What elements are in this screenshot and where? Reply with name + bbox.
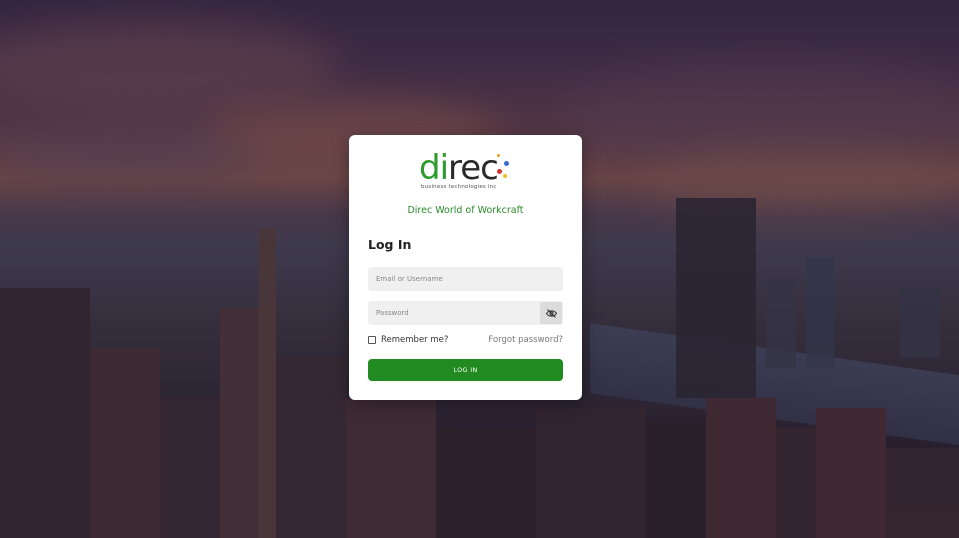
logo-subtitle: business technologies inc — [421, 184, 497, 190]
login-button[interactable]: LOG IN — [368, 359, 563, 381]
eye-off-icon — [545, 308, 557, 318]
logo-wordmark-dark: rec — [448, 148, 499, 188]
direc-logo: direc business technologies inc — [419, 150, 514, 192]
tagline: Direc World of Workcraft — [407, 205, 524, 216]
logo-dot-orange — [497, 154, 500, 157]
logo-dot-red — [497, 169, 502, 174]
password-visibility-toggle[interactable] — [540, 302, 562, 324]
password-input[interactable] — [368, 301, 563, 325]
logo-dot-blue — [504, 161, 509, 166]
login-card: direc business technologies inc Direc Wo… — [349, 135, 582, 400]
remember-me-label: Remember me? — [381, 335, 449, 345]
forgot-password-link[interactable]: Forgot password? — [488, 335, 563, 345]
remember-me-control[interactable]: Remember me? — [368, 335, 448, 345]
email-username-input[interactable] — [368, 267, 563, 291]
login-heading: Log In — [368, 237, 412, 252]
remember-me-checkbox[interactable] — [368, 336, 376, 344]
logo-dot-yellow — [503, 174, 507, 178]
logo-wordmark-green: di — [419, 148, 449, 188]
